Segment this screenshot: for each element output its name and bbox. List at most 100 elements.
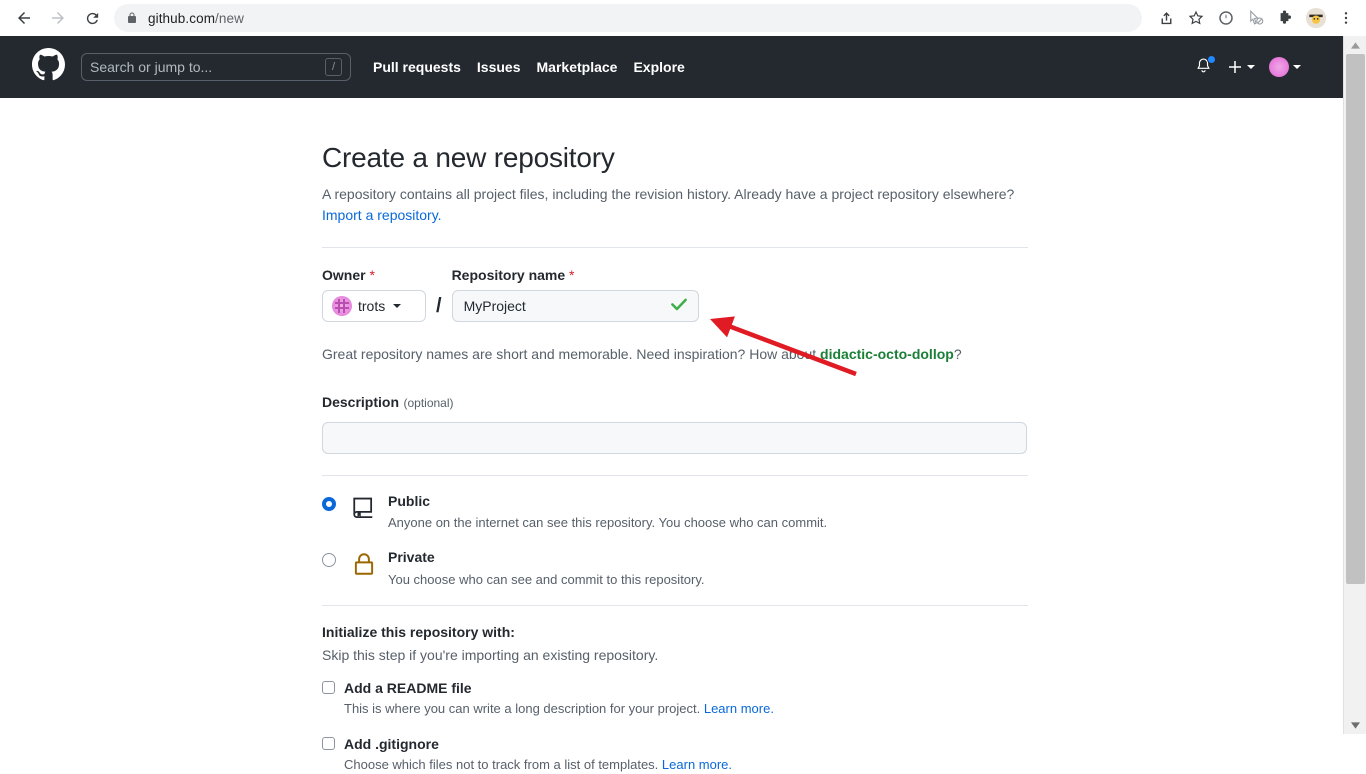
public-option-text: Public Anyone on the internet can see th… bbox=[388, 492, 827, 532]
url-path: /new bbox=[215, 10, 244, 26]
gitignore-checkbox-row[interactable]: Add .gitignore bbox=[322, 736, 1028, 752]
back-arrow-icon bbox=[18, 12, 30, 24]
profile-button[interactable] bbox=[1302, 4, 1330, 32]
nav-explore[interactable]: Explore bbox=[633, 59, 684, 75]
gitignore-learn-more-link[interactable]: Learn more. bbox=[662, 757, 732, 772]
cursor-block-icon bbox=[1250, 9, 1264, 25]
public-description: Anyone on the internet can see this repo… bbox=[388, 515, 828, 531]
owner-name: trots bbox=[358, 298, 386, 314]
extension-globe-icon bbox=[1219, 11, 1233, 25]
page-title: Create a new repository bbox=[322, 142, 615, 173]
readme-description: This is where you can write a long descr… bbox=[344, 700, 1028, 719]
scroll-up-button[interactable] bbox=[1344, 36, 1366, 54]
create-new-button[interactable] bbox=[1227, 59, 1255, 75]
owner-field: Owner * trots bbox=[322, 267, 426, 322]
page-scrollbar[interactable] bbox=[1343, 36, 1366, 734]
repository-name-input[interactable]: MyProject bbox=[451, 290, 699, 322]
gitignore-checkbox[interactable] bbox=[322, 737, 335, 751]
nav-pull-requests[interactable]: Pull requests bbox=[373, 59, 461, 75]
public-radio[interactable] bbox=[322, 497, 336, 511]
repository-name-field: Repository name * MyProject bbox=[451, 267, 699, 322]
initialize-title: Initialize this repository with: bbox=[322, 623, 515, 640]
github-logo-link[interactable] bbox=[32, 48, 65, 86]
browser-toolbar: github.com/new bbox=[0, 0, 1366, 36]
description-label: Description bbox=[322, 394, 400, 410]
forward-button[interactable] bbox=[44, 4, 72, 32]
page-content: Create a new repository A repository con… bbox=[0, 98, 1343, 774]
browser-menu-button[interactable] bbox=[1332, 4, 1360, 32]
extension-globe-button[interactable] bbox=[1212, 4, 1240, 32]
private-radio[interactable] bbox=[322, 553, 336, 568]
readme-label: Add a README file bbox=[344, 679, 472, 696]
private-description: You choose who can see and commit to thi… bbox=[388, 571, 705, 587]
gitignore-label: Add .gitignore bbox=[344, 735, 439, 752]
owner-label-text: Owner bbox=[322, 267, 366, 283]
lock-icon bbox=[128, 12, 136, 23]
scroll-down-button[interactable] bbox=[1344, 716, 1366, 734]
readme-learn-more-link[interactable]: Learn more. bbox=[704, 701, 774, 716]
readme-description-text: This is where you can write a long descr… bbox=[344, 700, 704, 716]
import-repository-link[interactable]: Import a repository. bbox=[322, 207, 442, 223]
description-field: Description (optional) bbox=[322, 394, 1028, 454]
visibility-option-private[interactable]: Private You choose who can see and commi… bbox=[322, 548, 1028, 588]
profile-avatar-icon bbox=[1306, 8, 1326, 28]
owner-repo-row: Owner * trots / Repository name * MyProj… bbox=[322, 267, 1028, 322]
suggested-name[interactable]: didactic-octo-dollop bbox=[820, 346, 954, 362]
bookmark-button[interactable] bbox=[1182, 4, 1210, 32]
github-mark-icon bbox=[32, 48, 65, 81]
back-button[interactable] bbox=[10, 4, 38, 32]
browser-toolbar-icons bbox=[1152, 4, 1366, 32]
initialize-subtitle: Skip this step if you're importing an ex… bbox=[322, 646, 659, 663]
initialize-item-readme: Add a README file This is where you can … bbox=[322, 680, 1028, 719]
github-header-actions bbox=[1195, 55, 1327, 77]
search-input[interactable]: Search or jump to... / bbox=[81, 53, 351, 81]
owner-label: Owner * bbox=[322, 267, 426, 283]
public-title: Public bbox=[388, 493, 431, 509]
user-avatar-icon bbox=[1269, 57, 1289, 77]
user-menu-button[interactable] bbox=[1269, 57, 1301, 77]
readme-checkbox[interactable] bbox=[322, 681, 335, 695]
gitignore-description-text: Choose which files not to track from a l… bbox=[344, 756, 662, 772]
private-title: Private bbox=[388, 549, 435, 566]
search-shortcut-key: / bbox=[325, 58, 342, 76]
notifications-button[interactable] bbox=[1195, 55, 1216, 77]
extensions-button[interactable] bbox=[1272, 4, 1300, 32]
repository-name-required-mark: * bbox=[569, 267, 575, 283]
divider-initialize bbox=[322, 604, 1028, 606]
lock-icon bbox=[350, 548, 378, 578]
chevron-down-icon bbox=[1293, 65, 1301, 69]
owner-required-mark: * bbox=[369, 267, 375, 283]
repo-book-icon bbox=[350, 492, 378, 522]
nav-issues[interactable]: Issues bbox=[477, 59, 521, 75]
readme-checkbox-row[interactable]: Add a README file bbox=[322, 680, 1028, 696]
divider-visibility bbox=[322, 475, 1028, 476]
browser-nav-buttons bbox=[0, 4, 106, 32]
initialize-section: Initialize this repository with: Skip th… bbox=[322, 624, 1028, 774]
scroll-up-arrow-icon bbox=[1351, 41, 1360, 49]
github-header: Search or jump to... / Pull requests Iss… bbox=[0, 36, 1343, 98]
divider-top bbox=[322, 247, 1028, 248]
initialize-item-gitignore: Add .gitignore Choose which files not to… bbox=[322, 736, 1028, 774]
new-repository-form: Create a new repository A repository con… bbox=[322, 98, 1028, 774]
nav-marketplace[interactable]: Marketplace bbox=[537, 59, 618, 75]
owner-select-button[interactable]: trots bbox=[322, 290, 426, 322]
repository-name-label-text: Repository name bbox=[451, 267, 566, 283]
url-text: github.com/new bbox=[148, 11, 244, 26]
url-domain: github.com bbox=[148, 10, 216, 26]
github-nav: Pull requests Issues Marketplace Explore bbox=[373, 59, 685, 75]
reload-button[interactable] bbox=[78, 4, 106, 32]
repository-name-hint: Great repository names are short and mem… bbox=[322, 344, 1028, 365]
visibility-option-public[interactable]: Public Anyone on the internet can see th… bbox=[322, 492, 1028, 532]
address-bar[interactable]: github.com/new bbox=[114, 4, 1142, 32]
scrollbar-thumb[interactable] bbox=[1346, 54, 1365, 584]
forward-arrow-icon bbox=[52, 12, 64, 24]
cursor-block-button[interactable] bbox=[1242, 4, 1270, 32]
description-optional-text: (optional) bbox=[403, 396, 454, 410]
repository-name-label: Repository name * bbox=[452, 267, 699, 283]
description-input[interactable] bbox=[322, 422, 1027, 454]
hint-suffix: ? bbox=[953, 346, 962, 362]
visibility-options: Public Anyone on the internet can see th… bbox=[322, 492, 1028, 589]
page-subtitle-text: A repository contains all project files,… bbox=[322, 186, 1015, 202]
share-button[interactable] bbox=[1152, 4, 1180, 32]
chevron-down-icon bbox=[1247, 65, 1255, 69]
